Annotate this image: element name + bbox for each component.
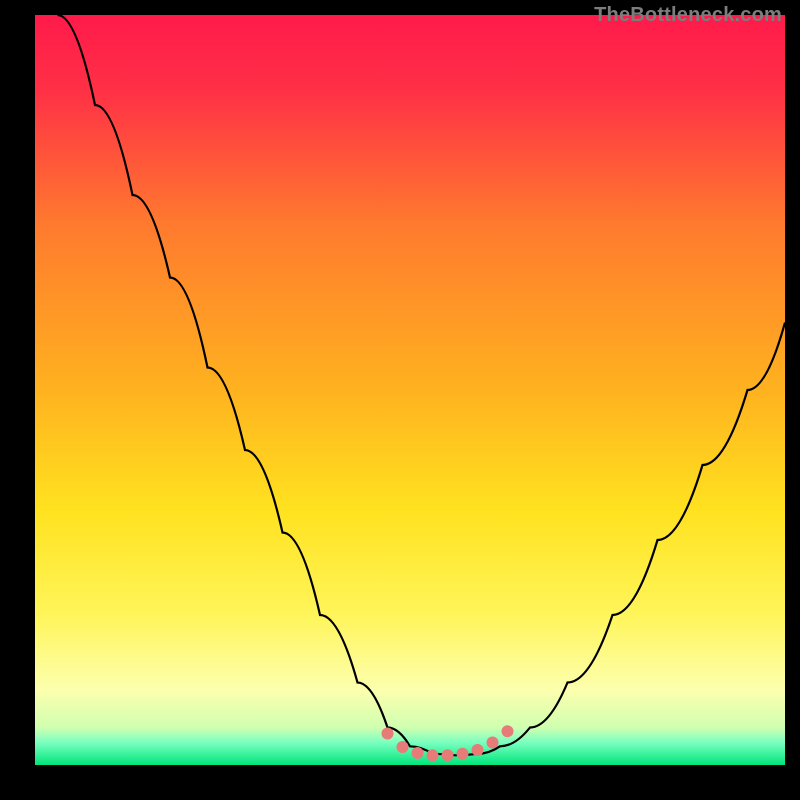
gradient-background	[35, 15, 785, 765]
trough-dot	[397, 741, 409, 753]
chart-plot	[35, 15, 785, 765]
trough-dot	[427, 749, 439, 761]
trough-dot	[382, 728, 394, 740]
trough-dot	[442, 749, 454, 761]
trough-dot	[502, 725, 514, 737]
trough-dot	[487, 737, 499, 749]
trough-dot	[412, 747, 424, 759]
trough-dot	[457, 748, 469, 760]
trough-dot	[472, 744, 484, 756]
chart-frame: TheBottleneck.com	[0, 0, 800, 800]
watermark-text: TheBottleneck.com	[594, 4, 782, 27]
